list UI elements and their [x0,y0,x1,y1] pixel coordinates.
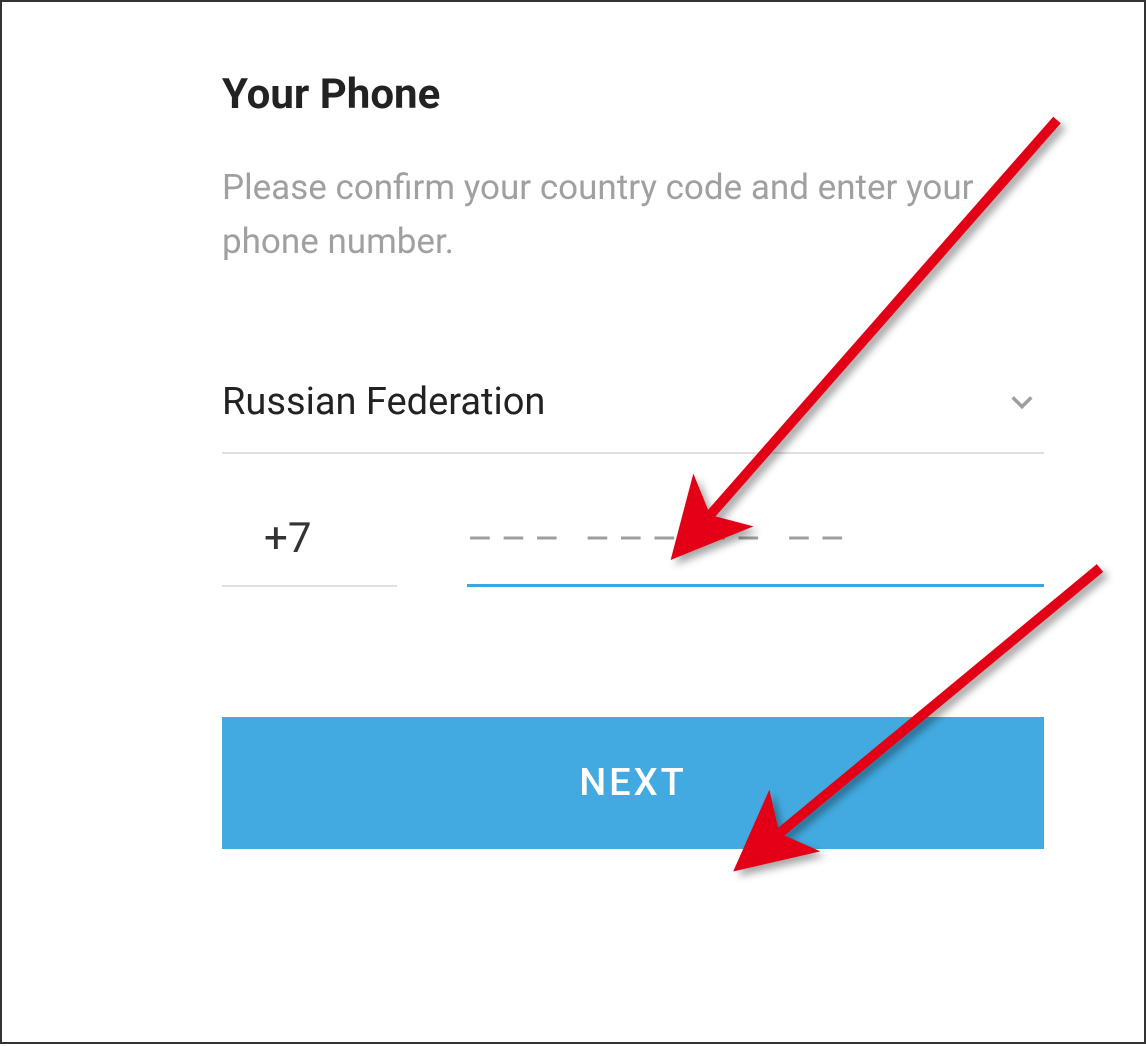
phone-input-row: +7 [222,514,1044,587]
country-selected-label: Russian Federation [222,380,545,424]
page-title: Your Phone [222,70,1044,119]
country-select[interactable]: Russian Federation [222,380,1044,454]
phone-prefix-wrap: +7 [222,514,397,587]
chevron-down-icon [1008,388,1036,416]
phone-number-input[interactable] [467,515,1044,562]
page-subtitle: Please confirm your country code and ent… [222,161,1044,270]
next-button[interactable]: NEXT [222,717,1044,849]
phone-prefix: +7 [264,514,311,563]
